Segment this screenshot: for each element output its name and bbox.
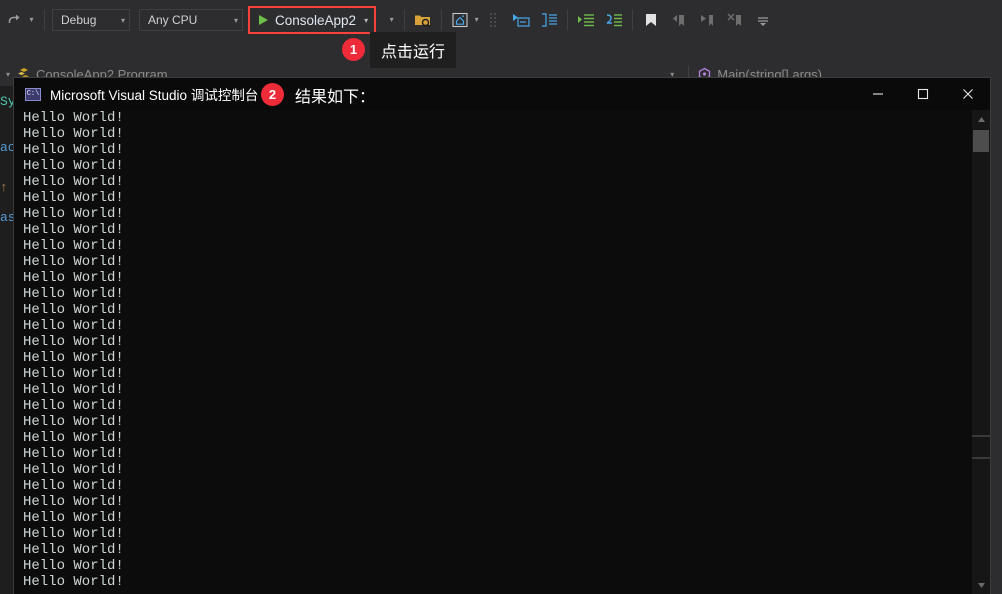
console-output-line: Hello World! (23, 238, 124, 254)
next-bookmark-icon[interactable] (696, 9, 718, 31)
console-output-line: Hello World! (23, 398, 124, 414)
toolbar-divider (44, 10, 45, 30)
start-options-caret-icon[interactable]: ▾ (386, 16, 397, 24)
console-output-line: Hello World! (23, 446, 124, 462)
console-output-line: Hello World! (23, 222, 124, 238)
console-output-line: Hello World! (23, 478, 124, 494)
annotation-label-1: 点击运行 (370, 32, 456, 68)
uncomment-selection-icon[interactable] (538, 9, 560, 31)
console-vertical-scrollbar[interactable] (972, 110, 990, 594)
solution-configuration-value: Debug (61, 13, 97, 27)
console-output-line: Hello World! (23, 430, 124, 446)
clear-bookmarks-icon[interactable] (724, 9, 746, 31)
console-output-line: Hello World! (23, 334, 124, 350)
find-in-files-icon[interactable] (412, 9, 434, 31)
console-output-line: Hello World! (23, 414, 124, 430)
console-output-line: Hello World! (23, 110, 124, 126)
console-output-line: Hello World! (23, 494, 124, 510)
standard-toolbar: ▾ Debug ▾ Any CPU ▾ ConsoleApp2 ▾ ▾ ▾ (0, 0, 1002, 40)
console-output-line: Hello World! (23, 286, 124, 302)
console-output-line: Hello World! (23, 270, 124, 286)
toolbar-divider (632, 10, 634, 30)
solution-platform-value: Any CPU (148, 13, 198, 27)
console-output-line: Hello World! (23, 574, 124, 590)
console-output-line: Hello World! (23, 142, 124, 158)
console-output-line: Hello World! (23, 158, 124, 174)
toggle-bookmark-icon[interactable] (640, 9, 662, 31)
console-output-line: Hello World! (23, 318, 124, 334)
console-output-line: Hello World! (23, 126, 124, 142)
console-output-line: Hello World! (23, 462, 124, 478)
console-output-line: Hello World! (23, 542, 124, 558)
console-output-line: Hello World! (23, 558, 124, 574)
annotation-badge-2: 2 (261, 83, 284, 106)
close-button[interactable] (945, 78, 990, 110)
toolbar-overflow-icon[interactable] (752, 9, 774, 31)
scrollbar-track-mark (972, 435, 990, 437)
chevron-down-icon: ▾ (120, 15, 125, 25)
chevron-down-icon[interactable]: ▾ (356, 16, 368, 25)
toolbar-drag-handle[interactable] (482, 9, 504, 31)
debug-console-window: C:\ Microsoft Visual Studio 调试控制台 Hello … (14, 78, 990, 594)
console-title-bar[interactable]: C:\ Microsoft Visual Studio 调试控制台 (14, 78, 990, 110)
annotation-label-2: 结果如下： (295, 89, 376, 106)
start-debugging-button[interactable]: ConsoleApp2 ▾ (248, 6, 377, 34)
chevron-down-icon: ▾ (233, 15, 238, 25)
window-controls (855, 78, 990, 110)
scroll-up-arrow-icon[interactable] (972, 110, 990, 128)
decrease-indent-icon[interactable] (603, 9, 625, 31)
console-output-line: Hello World! (23, 350, 124, 366)
scrollbar-track-mark (972, 457, 990, 459)
console-window-title: Microsoft Visual Studio 调试控制台 (50, 88, 259, 103)
console-app-icon: C:\ (25, 87, 41, 101)
console-output-line: Hello World! (23, 510, 124, 526)
solution-platform-combo[interactable]: Any CPU ▾ (139, 9, 243, 31)
toolbar-divider (441, 10, 443, 30)
console-output-line: Hello World! (23, 382, 124, 398)
increase-indent-icon[interactable] (575, 9, 597, 31)
toolbar-divider (404, 10, 406, 30)
console-output-text: Hello World! Hello World! Hello World! Hell… (23, 110, 960, 594)
toolbar-divider (567, 10, 569, 30)
solution-configuration-combo[interactable]: Debug ▾ (52, 9, 130, 31)
console-output-line: Hello World! (23, 254, 124, 270)
redo-dropdown-caret-icon[interactable]: ▾ (26, 16, 37, 24)
navigate-home-icon[interactable] (449, 9, 471, 31)
console-output-line: Hello World! (23, 190, 124, 206)
navbar-left-caret-icon[interactable]: ▾ (6, 70, 10, 79)
console-output-line: Hello World! (23, 206, 124, 222)
scrollbar-thumb[interactable] (973, 130, 989, 152)
play-icon (259, 15, 268, 25)
console-output-line: Hello World! (23, 302, 124, 318)
previous-bookmark-icon[interactable] (668, 9, 690, 31)
scroll-down-arrow-icon[interactable] (972, 576, 990, 594)
comment-selection-icon[interactable] (510, 9, 532, 31)
console-output-line: Hello World! (23, 366, 124, 382)
code-fragment: ↑ (0, 180, 8, 195)
console-output-line: Hello World! (23, 526, 124, 542)
console-output-area[interactable]: Hello World! Hello World! Hello World! Hell… (14, 110, 990, 594)
minimize-button[interactable] (855, 78, 900, 110)
annotation-badge-1: 1 (342, 38, 365, 61)
redo-icon[interactable] (4, 9, 26, 31)
console-output-line: Hello World! (23, 174, 124, 190)
start-debugging-label: ConsoleApp2 (275, 12, 357, 28)
maximize-button[interactable] (900, 78, 945, 110)
navigate-overflow-caret-icon[interactable]: ▾ (471, 16, 482, 24)
